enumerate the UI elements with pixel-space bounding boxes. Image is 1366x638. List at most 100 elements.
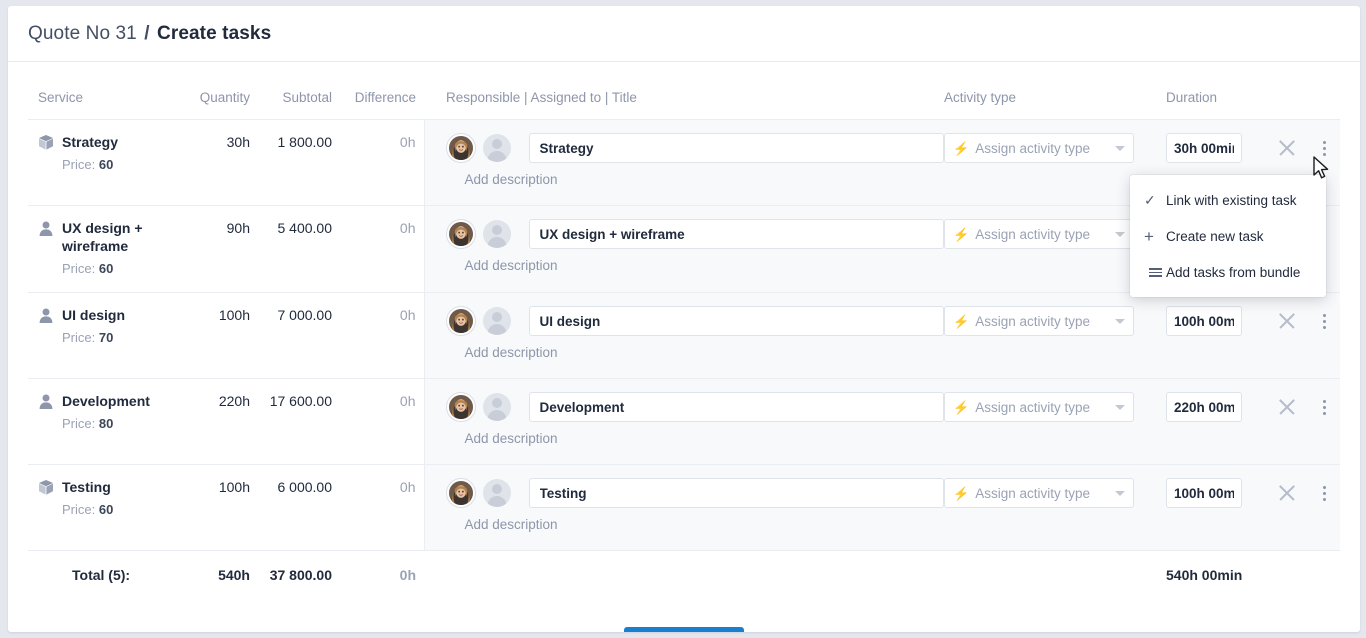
cell-difference: 0h [332,205,424,293]
cell-responsible: Add description [423,464,944,551]
cell-responsible: Add description [423,378,944,465]
dropdown-item[interactable]: + Create new task [1130,218,1326,254]
task-title-input[interactable] [528,392,944,422]
tasks-table: Service Quantity Subtotal Difference Res… [28,62,1340,599]
breadcrumb-separator: / [144,22,150,44]
avatar[interactable] [446,393,475,421]
activity-type-select[interactable]: ⚡ Assign activity type [944,478,1134,508]
cell-row-actions [1314,378,1340,465]
cell-quantity: 100h [180,464,250,551]
cell-service: Testing Price: 60 [28,464,180,551]
row-actions-dropdown[interactable]: ✓ Link with existing task + Create new task… [1130,175,1326,297]
dropdown-item-label: Add tasks from bundle [1166,264,1301,280]
cell-quantity: 90h [180,205,250,293]
kebab-menu-icon[interactable] [1314,308,1334,334]
bolt-icon: ⚡ [953,226,970,242]
activity-type-value: Assign activity type [975,313,1090,329]
col-remove [1274,62,1314,120]
total-difference: 0h [399,567,416,583]
cell-remove [1274,464,1314,551]
close-icon[interactable] [1274,135,1300,161]
add-description-link[interactable]: Add description [465,431,558,446]
create-tasks-button[interactable]: Create tasks [624,627,744,632]
kebab-menu-icon[interactable] [1314,135,1334,161]
cell-difference: 0h [332,119,424,206]
col-activity-type: Activity type [944,62,1166,120]
close-icon[interactable] [1274,480,1300,506]
duration-input[interactable] [1166,478,1242,508]
avatar[interactable] [446,307,475,335]
chevron-down-icon [1115,404,1125,410]
table-header: Service Quantity Subtotal Difference Res… [28,62,1340,120]
activity-type-select[interactable]: ⚡ Assign activity type [944,306,1134,336]
kebab-menu-icon[interactable] [1314,394,1334,420]
col-responsible: Responsible | Assigned to | Title [424,62,944,120]
add-description-link[interactable]: Add description [465,172,558,187]
cell-difference: 0h [332,464,424,551]
cell-duration [1166,378,1274,465]
dropdown-item[interactable]: ✓ Link with existing task [1130,182,1326,218]
cell-quantity: 220h [180,378,250,465]
page-title: Create tasks [157,22,272,44]
cell-service: UX design + wireframe Price: 60 [28,205,180,293]
plus-icon: + [1144,226,1154,246]
col-difference: Difference [332,62,424,120]
footer-actions: Create tasks [28,627,1340,632]
kebab-menu-icon[interactable] [1314,480,1334,506]
cell-subtotal: 1 800.00 [250,119,332,206]
cell-quantity: 30h [180,119,250,206]
cell-service: Development Price: 80 [28,378,180,465]
task-title-input[interactable] [528,219,944,249]
bolt-icon: ⚡ [953,485,970,501]
dropdown-item-label: Link with existing task [1166,192,1297,208]
dropdown-item-label: Create new task [1166,228,1264,244]
service-price: Price: 80 [62,416,114,431]
table-row: Development Price: 80 220h17 600.000h Add d… [28,378,1340,465]
avatar-placeholder[interactable] [482,134,511,162]
bolt-icon: ⚡ [953,399,970,415]
activity-type-value: Assign activity type [975,140,1090,156]
service-name: UI design [62,307,126,323]
avatar[interactable] [446,479,475,507]
duration-input[interactable] [1166,133,1242,163]
add-description-link[interactable]: Add description [465,345,558,360]
activity-type-select[interactable]: ⚡ Assign activity type [944,392,1134,422]
table-row: Testing Price: 60 100h6 000.000h Add descri… [28,464,1340,551]
task-title-input[interactable] [528,133,944,163]
avatar-placeholder[interactable] [482,393,511,421]
task-title-input[interactable] [528,306,944,336]
cell-responsible: Add description [423,292,944,379]
activity-type-value: Assign activity type [975,399,1090,415]
cube-icon [38,478,54,496]
service-price: Price: 60 [62,261,114,276]
close-icon[interactable] [1274,394,1300,420]
avatar-placeholder[interactable] [482,479,511,507]
tasks-table-area: Service Quantity Subtotal Difference Res… [8,62,1360,632]
cell-subtotal: 6 000.00 [250,464,332,551]
table-footer: Total (5): 540h 37 800.00 0h 540h 00min [28,550,1340,599]
duration-input[interactable] [1166,306,1242,336]
avatar-placeholder[interactable] [482,307,511,335]
task-title-input[interactable] [528,478,944,508]
breadcrumb-parent[interactable]: Quote No 31 [28,23,137,44]
total-duration: 540h 00min [1166,567,1243,583]
cell-row-actions [1314,292,1340,379]
avatar[interactable] [446,220,475,248]
bolt-icon: ⚡ [953,313,970,329]
service-name: UX design + wireframe [62,220,143,254]
cell-duration [1166,292,1274,379]
dropdown-item[interactable]: Add tasks from bundle [1130,254,1326,290]
avatar[interactable] [446,134,475,162]
add-description-link[interactable]: Add description [465,258,558,273]
activity-type-select[interactable]: ⚡ Assign activity type [944,219,1134,249]
service-price: Price: 60 [62,502,114,517]
col-duration: Duration [1166,62,1274,120]
avatar-placeholder[interactable] [482,220,511,248]
activity-type-select[interactable]: ⚡ Assign activity type [944,133,1134,163]
cell-activity-type: ⚡ Assign activity type [944,378,1166,465]
chevron-down-icon [1115,231,1125,237]
add-description-link[interactable]: Add description [465,517,558,532]
close-icon[interactable] [1274,308,1300,334]
duration-input[interactable] [1166,392,1242,422]
list-icon [1144,267,1166,278]
